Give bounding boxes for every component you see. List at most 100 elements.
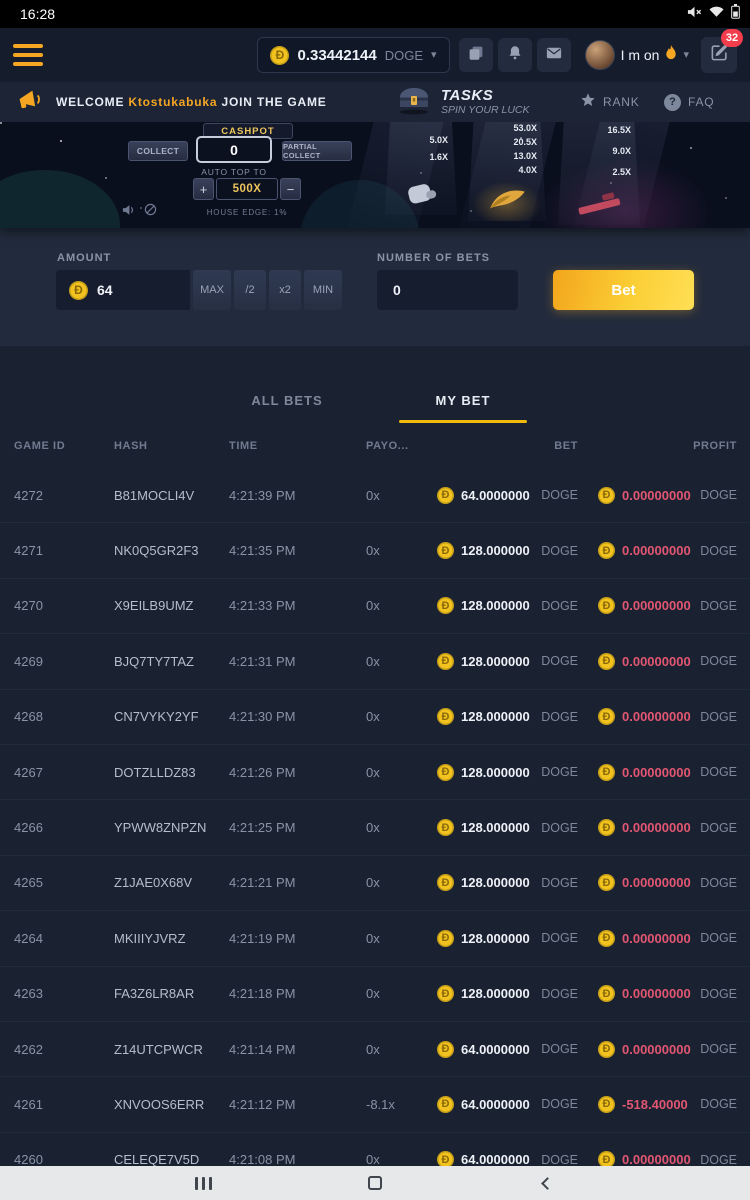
back-icon bbox=[541, 1177, 554, 1190]
payout-cell: 0x bbox=[366, 986, 437, 1001]
balance-selector[interactable]: Ð 0.33442144 DOGE ▾ bbox=[257, 37, 449, 73]
hash-cell: BJQ7TY7TAZ bbox=[114, 654, 229, 669]
table-row: 4261 XNVOOS6ERR 4:21:12 PM -8.1x Ð 64.00… bbox=[0, 1077, 750, 1132]
doge-coin-icon: Ð bbox=[437, 487, 454, 504]
profit-cell: Ð 0.00000000 DOGE bbox=[578, 542, 737, 559]
payout-cell: 0x bbox=[366, 931, 437, 946]
reel-multiplier: 20.5X bbox=[513, 138, 537, 147]
hash-cell: Z14UTCPWCR bbox=[114, 1042, 229, 1057]
hash-cell: CN7VYKY2YF bbox=[114, 709, 229, 724]
effects-toggle-icon[interactable] bbox=[144, 203, 157, 221]
faq-label: FAQ bbox=[688, 95, 714, 109]
notifications-button[interactable] bbox=[498, 38, 532, 72]
game-preview: CASHPOT COLLECT 0 PARTIAL COLLECT AUTO T… bbox=[0, 122, 750, 228]
table-row: 4268 CN7VYKY2YF 4:21:30 PM 0x Ð 128.0000… bbox=[0, 690, 750, 745]
welcome-username: Ktostukabuka bbox=[128, 95, 217, 109]
amount-input[interactable]: Ð 64 bbox=[56, 270, 190, 310]
doge-coin-icon: Ð bbox=[598, 930, 615, 947]
recent-apps-button[interactable] bbox=[183, 1169, 223, 1197]
half-button[interactable]: /2 bbox=[234, 270, 266, 310]
column-header-bet: BET bbox=[437, 440, 578, 452]
glove-item-icon bbox=[403, 182, 439, 213]
bet-cell: Ð 64.0000000 DOGE bbox=[437, 1096, 578, 1113]
knife-item-icon bbox=[485, 186, 529, 219]
min-button[interactable]: MIN bbox=[304, 270, 342, 310]
game-id-cell: 4266 bbox=[14, 820, 114, 835]
compose-icon bbox=[710, 43, 729, 67]
back-button[interactable] bbox=[527, 1169, 567, 1197]
doge-coin-icon: Ð bbox=[437, 985, 454, 1002]
doge-coin-icon: Ð bbox=[598, 542, 615, 559]
android-navigation-bar bbox=[0, 1166, 750, 1200]
payout-cell: 0x bbox=[366, 598, 437, 613]
hash-cell: X9EILB9UMZ bbox=[114, 598, 229, 613]
reel-multiplier: 5.0X bbox=[429, 136, 448, 145]
menu-button[interactable] bbox=[13, 44, 43, 66]
rank-label: RANK bbox=[603, 95, 640, 109]
profit-cell: Ð 0.00000000 DOGE bbox=[578, 874, 737, 891]
profit-cell: Ð 0.00000000 DOGE bbox=[578, 764, 737, 781]
faq-link[interactable]: ? FAQ bbox=[664, 82, 714, 122]
bet-cell: Ð 128.000000 DOGE bbox=[437, 597, 578, 614]
status-bar: 16:28 bbox=[0, 0, 750, 28]
house-edge-label: HOUSE EDGE: 1% bbox=[185, 208, 309, 217]
chat-button[interactable]: 32 bbox=[701, 37, 737, 73]
game-id-cell: 4271 bbox=[14, 543, 114, 558]
doge-coin-icon: Ð bbox=[69, 281, 88, 300]
user-menu[interactable]: I m on ▾ bbox=[585, 40, 689, 70]
number-of-bets-input[interactable]: 0 bbox=[377, 270, 518, 310]
tasks-link[interactable]: TASKS SPIN YOUR LUCK bbox=[396, 82, 530, 122]
bet-cell: Ð 128.000000 DOGE bbox=[437, 819, 578, 836]
payout-cell: 0x bbox=[366, 543, 437, 558]
home-button[interactable] bbox=[355, 1169, 395, 1197]
multiplier-reel: 5.0X1.6X bbox=[385, 122, 457, 215]
amount-row: Ð 64 MAX /2 x2 MIN bbox=[56, 270, 342, 310]
tab-my-bet[interactable]: MY BET bbox=[375, 393, 551, 423]
doge-coin-icon: Ð bbox=[437, 1096, 454, 1113]
double-button[interactable]: x2 bbox=[269, 270, 301, 310]
doge-coin-icon: Ð bbox=[598, 764, 615, 781]
home-icon bbox=[368, 1176, 382, 1190]
bet-cell: Ð 128.000000 DOGE bbox=[437, 653, 578, 670]
profit-cell: Ð 0.00000000 DOGE bbox=[578, 487, 737, 504]
amount-value: 64 bbox=[97, 282, 113, 298]
mute-icon bbox=[687, 5, 702, 24]
reel-multiplier: 2.5X bbox=[612, 168, 631, 177]
doge-coin-icon: Ð bbox=[598, 1041, 615, 1058]
increase-button[interactable]: + bbox=[193, 178, 214, 200]
doge-coin-icon: Ð bbox=[598, 487, 615, 504]
cards-button[interactable] bbox=[459, 38, 493, 72]
chat-unread-badge: 32 bbox=[721, 29, 743, 47]
chevron-down-icon: ▾ bbox=[683, 50, 689, 61]
column-header-payout: PAYO... bbox=[366, 440, 437, 452]
tab-all-bets[interactable]: ALL BETS bbox=[199, 393, 375, 423]
column-header-time: TIME bbox=[229, 440, 366, 452]
bet-button[interactable]: Bet bbox=[553, 270, 694, 310]
multiplier-reel: 16.5X9.0X2.5X bbox=[558, 122, 640, 225]
hash-cell: DOTZLLDZ83 bbox=[114, 765, 229, 780]
decrease-button[interactable]: − bbox=[280, 178, 301, 200]
time-cell: 4:21:39 PM bbox=[229, 488, 366, 503]
auto-top-stepper: + 500X − bbox=[193, 178, 301, 200]
rank-link[interactable]: RANK bbox=[580, 82, 640, 122]
stars-decoration bbox=[0, 122, 2, 124]
table-row: 4266 YPWW8ZNPZN 4:21:25 PM 0x Ð 128.0000… bbox=[0, 800, 750, 855]
speaker-icon[interactable] bbox=[122, 203, 135, 221]
avatar bbox=[585, 40, 615, 70]
battery-icon bbox=[731, 4, 740, 24]
table-row: 4262 Z14UTCPWCR 4:21:14 PM 0x Ð 64.00000… bbox=[0, 1022, 750, 1077]
partial-collect-button[interactable]: PARTIAL COLLECT bbox=[282, 141, 352, 161]
clock: 16:28 bbox=[20, 6, 55, 22]
reel-multiplier: 53.0X bbox=[513, 124, 537, 133]
collect-button[interactable]: COLLECT bbox=[128, 141, 188, 161]
chevron-down-icon: ▾ bbox=[431, 50, 437, 61]
max-button[interactable]: MAX bbox=[193, 270, 231, 310]
bet-cell: Ð 128.000000 DOGE bbox=[437, 542, 578, 559]
game-id-cell: 4261 bbox=[14, 1097, 114, 1112]
doge-coin-icon: Ð bbox=[437, 708, 454, 725]
bet-cell: Ð 128.000000 DOGE bbox=[437, 708, 578, 725]
star-icon bbox=[580, 92, 596, 113]
game-id-cell: 4267 bbox=[14, 765, 114, 780]
messages-button[interactable] bbox=[537, 38, 571, 72]
payout-cell: 0x bbox=[366, 875, 437, 890]
